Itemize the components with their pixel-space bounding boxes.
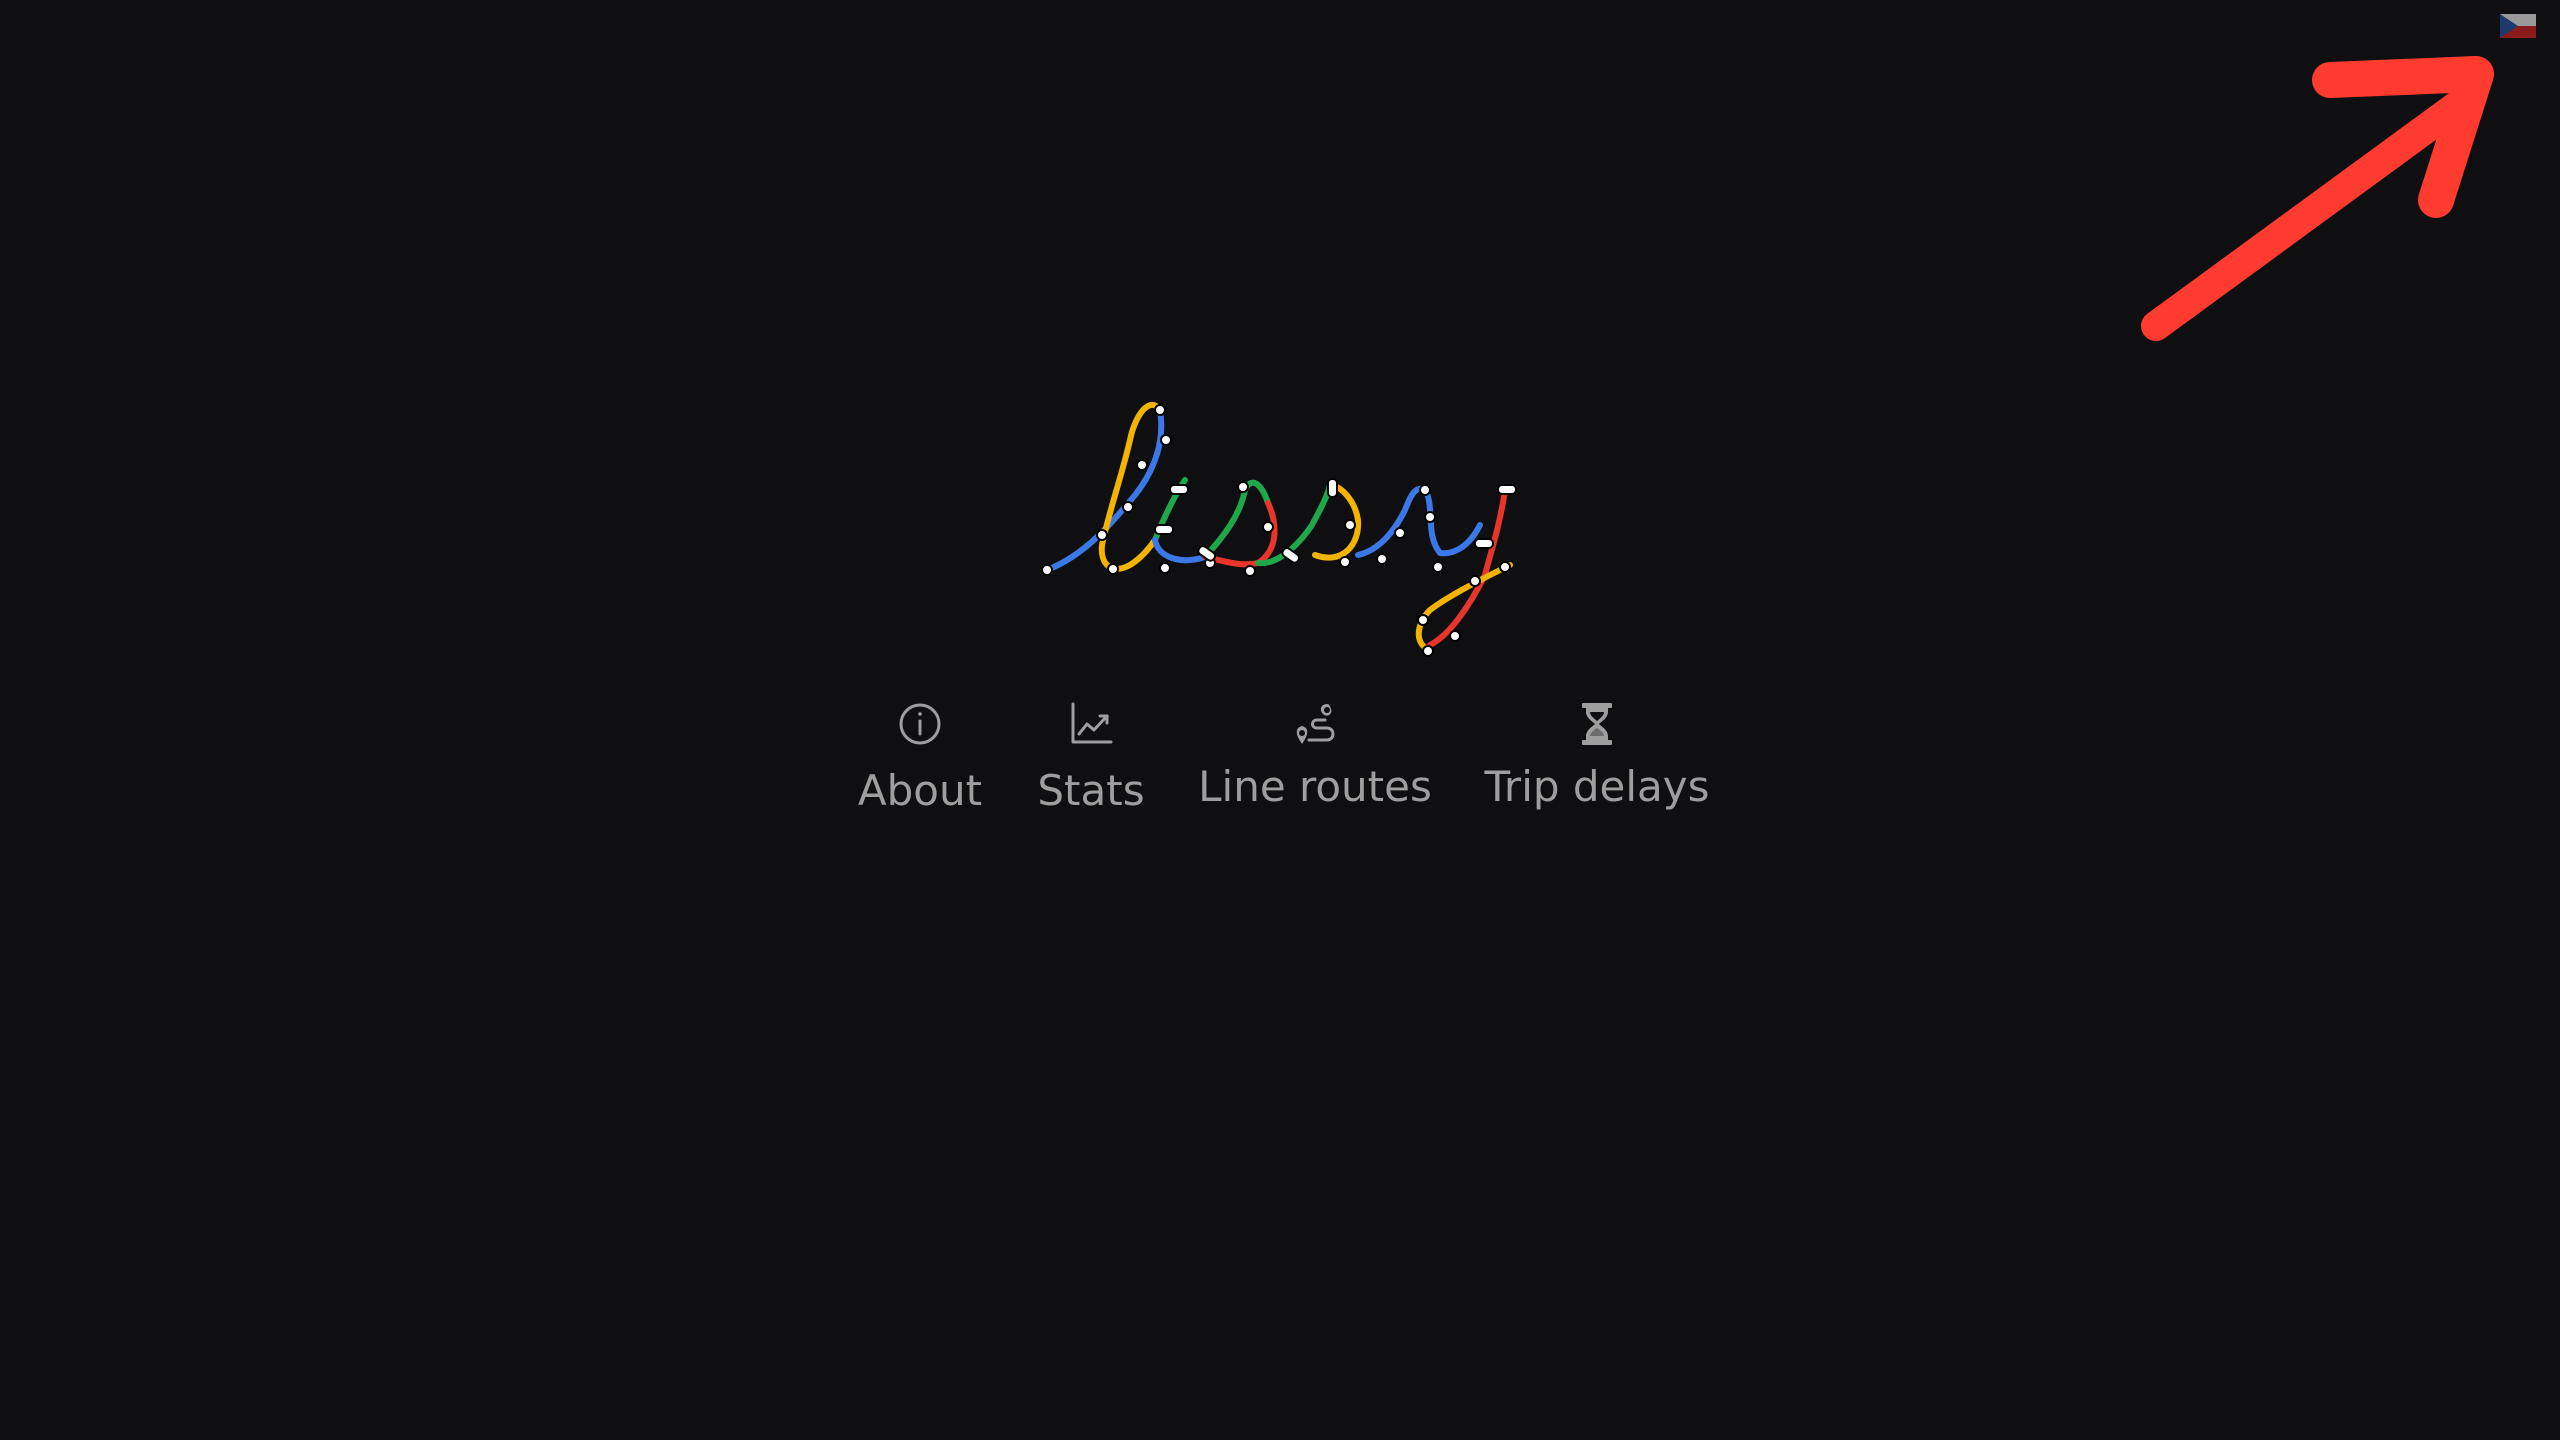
czech-flag-icon[interactable]	[2500, 14, 2536, 38]
nav-stats-label: Stats	[1037, 766, 1145, 815]
nav-about-label: About	[857, 766, 983, 815]
nav-stats[interactable]: Stats	[1031, 700, 1151, 812]
nav-line-routes[interactable]: Line routes	[1198, 700, 1432, 811]
lissy-logo[interactable]	[1030, 385, 1530, 665]
hourglass-icon	[1573, 700, 1621, 748]
nav-about[interactable]: About	[857, 700, 983, 815]
info-icon	[896, 700, 944, 748]
route-icon	[1291, 700, 1339, 748]
main-nav: About Stats Line routes Trip delays	[0, 700, 2560, 840]
nav-line-routes-label: Line routes	[1198, 762, 1432, 811]
annotation-arrow	[2120, 40, 2520, 360]
nav-trip-delays[interactable]: Trip delays	[1482, 700, 1712, 808]
nav-trip-delays-label: Trip delays	[1484, 762, 1710, 811]
chart-icon	[1067, 700, 1115, 748]
